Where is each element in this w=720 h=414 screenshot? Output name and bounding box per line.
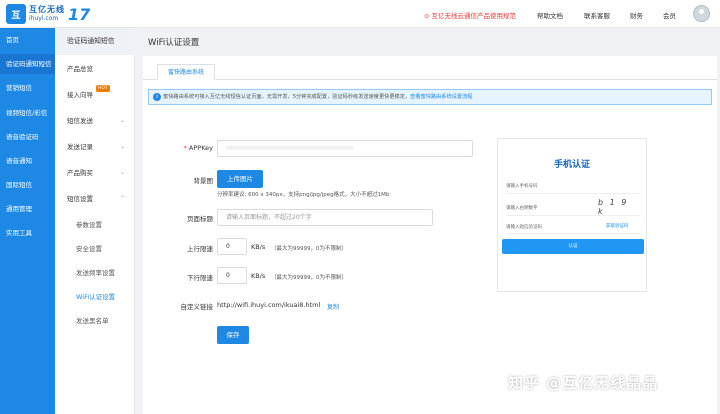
custom-link-label: 自定义链接 <box>180 303 214 311</box>
nav-voice-notice[interactable]: 语音通知 <box>0 151 55 171</box>
submenu-security-settings[interactable]: 安全设置 <box>55 242 135 256</box>
chevron-down-icon: ⌄ <box>119 117 125 124</box>
preview-captcha-field: 请输入右侧数字 <box>506 206 538 211</box>
settings-card: 蜜快路由系统 i 蜜快路由系统可接入互亿无线短信认证页面，无需开发，5分钟完成配… <box>143 56 717 414</box>
nav-tools[interactable]: 实用工具 <box>0 223 55 243</box>
nav-general-management[interactable]: 通用管理 <box>0 199 55 219</box>
preview-phone-field: 请输入手机号码 <box>506 184 538 189</box>
custom-link-value: http://wifi.ihuyi.com/ikuai8.html <box>217 301 321 309</box>
preview-captcha-image: b 1 9 k <box>598 198 629 216</box>
submenu-wifi-auth-settings[interactable]: WiFi认证设置 <box>55 290 135 304</box>
preview-get-code-link: 获取验证码 <box>606 224 629 229</box>
logo-domain: ihuyi.com <box>29 15 59 22</box>
secondary-sidebar: 验证码通知短信 产品总览 接入向导 HOT 短信发送 ⌄ 发送记录 ⌄ 产品购买… <box>55 28 135 414</box>
page-title-input[interactable]: 请输入页面标题，不超过20个字 <box>217 209 433 226</box>
watermark: 知乎 @互亿无线晶晶 <box>508 374 659 392</box>
download-speed-hint: （最大为99999，0为不限制） <box>271 275 347 281</box>
logo-anniversary: 17 <box>68 4 91 24</box>
appkey-label: * APPKey <box>183 144 213 152</box>
contact-support-link[interactable]: 联系客服 <box>584 10 610 20</box>
upload-speed-unit: KB/s <box>251 243 266 251</box>
menu-sms-settings[interactable]: 短信设置 ⌃ <box>55 192 135 206</box>
help-docs-link[interactable]: 帮助文档 <box>537 10 563 20</box>
nav-home[interactable]: 首页 <box>0 30 55 50</box>
download-speed-unit: KB/s <box>251 272 266 280</box>
primary-sidebar: 首页 验证码通知短信 营销短信 视频短信/彩信 语音验证码 语音通知 国际短信 … <box>0 28 55 414</box>
menu-sms-send[interactable]: 短信发送 ⌄ <box>55 114 135 128</box>
submenu-parameter-settings[interactable]: 参数设置 <box>55 218 135 232</box>
download-speed-input[interactable]: 0 <box>217 267 247 284</box>
download-speed-label: 下行限速 <box>187 274 213 282</box>
info-banner: i 蜜快路由系统可接入互亿无线短信认证页面，无需开发，5分钟完成配置，验证码秒级… <box>148 89 712 105</box>
upload-hint: 分辨率建议: 600 x 340px，支持png/jpg/jpeg格式，大小不超… <box>217 192 390 198</box>
upload-image-button[interactable]: 上传图片 <box>217 170 263 188</box>
info-icon: i <box>153 93 161 101</box>
finance-link[interactable]: 财务 <box>630 10 643 20</box>
top-bar: 互 互亿无线 ihuyi.com 17 ⊙ 互亿无线云通信产品使用规范 帮助文档… <box>0 0 720 28</box>
menu-product-overview[interactable]: 产品总览 <box>55 62 135 76</box>
page-title: WiFi认证设置 <box>148 38 200 48</box>
upload-speed-label: 上行限速 <box>187 245 213 253</box>
nav-voice-code[interactable]: 语音验证码 <box>0 127 55 147</box>
page-title-label: 页面标题 <box>187 215 213 223</box>
tab-ikuai-router[interactable]: 蜜快路由系统 <box>157 64 216 80</box>
submenu-blacklist[interactable]: 发送黑名单 <box>55 314 135 328</box>
menu-send-records[interactable]: 发送记录 ⌄ <box>55 140 135 154</box>
upload-speed-hint: （最大为99999，0为不限制） <box>271 246 347 252</box>
chevron-up-icon: ⌃ <box>119 195 125 202</box>
nav-marketing-sms[interactable]: 营销短信 <box>0 78 55 98</box>
brand-logo[interactable]: 互 互亿无线 ihuyi.com 17 <box>6 3 90 25</box>
preview-sms-code-field: 请输入短信验证码 <box>506 225 542 230</box>
menu-product-purchase-label: 产品购买 <box>67 169 93 177</box>
main-content: WiFi认证设置 蜜快路由系统 i 蜜快路由系统可接入互亿无线短信认证页面，无需… <box>135 28 720 414</box>
chevron-down-icon: ⌄ <box>119 169 125 176</box>
menu-send-records-label: 发送记录 <box>67 143 93 151</box>
logo-mark: 互 <box>6 4 26 24</box>
save-button[interactable]: 保存 <box>217 326 249 344</box>
submenu-frequency-settings[interactable]: 发送频率设置 <box>55 266 135 280</box>
menu-sms-send-label: 短信发送 <box>67 117 93 125</box>
copy-link-button[interactable]: 复制 <box>327 302 339 311</box>
background-image-label: 背景图 <box>193 177 214 185</box>
auth-page-preview: 手机认证 请输入手机号码 请输入右侧数字 b 1 9 k 请输入短信验证码 获取… <box>497 138 647 292</box>
appkey-field[interactable]: •••••••••••••••••••••••••••••••••••• <box>217 140 473 157</box>
menu-access-guide-label: 接入向导 <box>67 91 93 99</box>
nav-verification-sms[interactable]: 验证码通知短信 <box>0 54 55 74</box>
preview-submit-button: 认证 <box>502 239 644 254</box>
member-link[interactable]: 会员 <box>663 10 676 20</box>
appkey-value: •••••••••••••••••••••••••••••••••••• <box>226 145 354 152</box>
menu-access-guide[interactable]: 接入向导 HOT <box>55 85 135 102</box>
upload-speed-input[interactable]: 0 <box>217 238 247 255</box>
info-text: 蜜快路由系统可接入互亿无线短信认证页面，无需开发，5分钟完成配置，验证码秒级发送… <box>163 94 411 100</box>
secondary-sidebar-title: 验证码通知短信 <box>55 28 135 55</box>
menu-sms-settings-label: 短信设置 <box>67 195 93 203</box>
hot-badge: HOT <box>96 85 110 92</box>
nav-international-sms[interactable]: 国际短信 <box>0 175 55 195</box>
usage-policy-link[interactable]: ⊙ 互亿无线云通信产品使用规范 <box>424 10 516 20</box>
avatar[interactable] <box>693 5 710 22</box>
nav-video-mms[interactable]: 视频短信/彩信 <box>0 103 55 123</box>
chevron-down-icon: ⌄ <box>119 143 125 150</box>
menu-product-purchase[interactable]: 产品购买 ⌄ <box>55 166 135 180</box>
logo-name: 互亿无线 <box>29 5 65 14</box>
preview-title: 手机认证 <box>553 160 590 170</box>
setup-guide-link[interactable]: 查看蜜快路由系统设置流程 <box>410 94 472 100</box>
